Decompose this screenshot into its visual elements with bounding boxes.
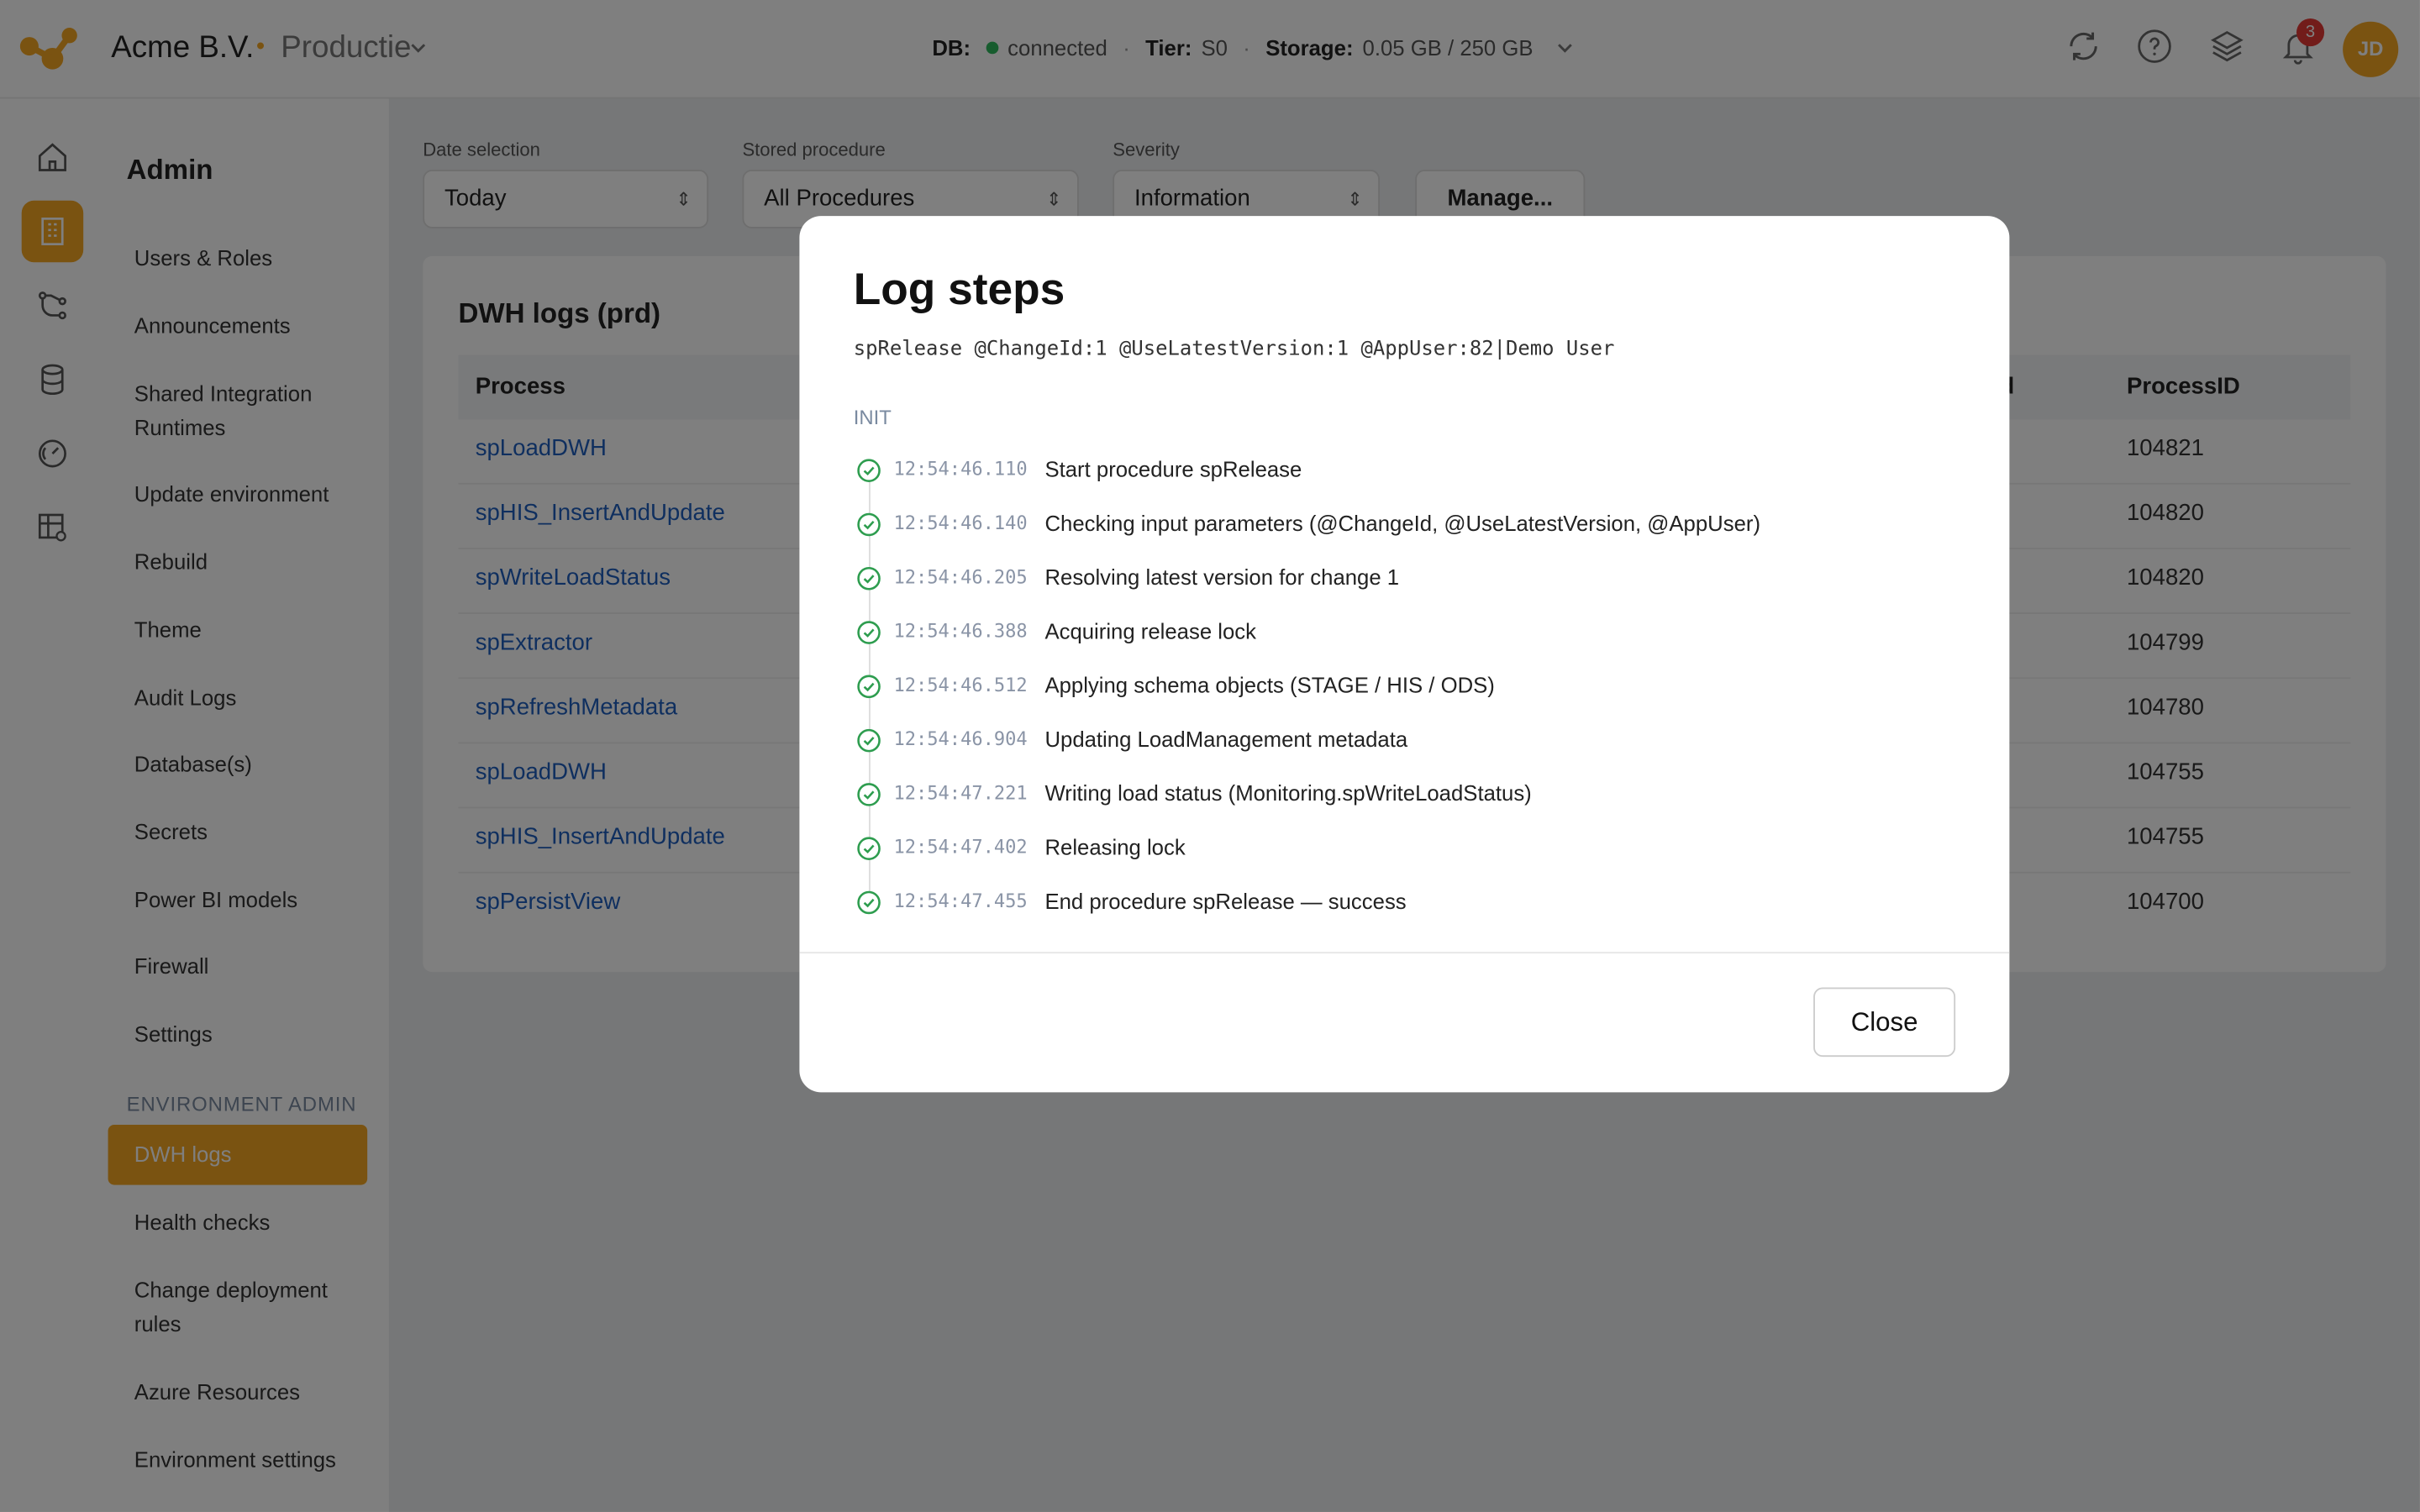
close-button[interactable]: Close (1813, 987, 1956, 1058)
check-circle-icon (857, 783, 881, 806)
log-step: 12:54:47.221 Writing load status (Monito… (856, 776, 1937, 813)
log-step: 12:54:46.904 Updating LoadManagement met… (856, 722, 1937, 759)
step-timestamp: 12:54:47.455 (893, 890, 1028, 912)
log-steps-modal: Log steps spRelease @ChangeId:1 @UseLate… (799, 216, 2010, 1093)
step-text: Applying schema objects (STAGE / HIS / O… (1044, 672, 1495, 698)
step-timestamp: 12:54:47.221 (893, 782, 1028, 804)
step-timestamp: 12:54:46.110 (893, 458, 1028, 480)
step-timestamp: 12:54:46.512 (893, 674, 1028, 696)
step-text: Releasing lock (1044, 834, 1186, 860)
step-timestamp: 12:54:47.402 (893, 836, 1028, 858)
check-circle-icon (857, 728, 881, 753)
log-step: 12:54:46.512 Applying schema objects (ST… (856, 668, 1937, 705)
check-circle-icon (857, 675, 881, 699)
log-step: 12:54:47.402 Releasing lock (856, 830, 1937, 867)
step-text: Checking input parameters (@ChangeId, @U… (1044, 510, 1761, 536)
step-text: Resolving latest version for change 1 (1044, 564, 1400, 590)
step-text: Writing load status (Monitoring.spWriteL… (1044, 780, 1532, 806)
step-timestamp: 12:54:46.904 (893, 727, 1028, 750)
log-step: 12:54:47.455 End procedure spRelease — s… (856, 884, 1937, 921)
step-section-label: INIT (853, 406, 892, 429)
step-timestamp: 12:54:46.388 (893, 620, 1028, 643)
log-step: 12:54:46.205 Resolving latest version fo… (856, 560, 1937, 597)
step-text: Start procedure spRelease (1044, 456, 1302, 482)
check-circle-icon (857, 837, 881, 860)
check-circle-icon (857, 459, 881, 482)
check-circle-icon (857, 512, 881, 537)
log-step: 12:54:46.110 Start procedure spRelease (856, 452, 1937, 489)
log-step: 12:54:46.388 Acquiring release lock (856, 614, 1937, 651)
step-text: Updating LoadManagement metadata (1044, 727, 1408, 752)
step-timestamp: 12:54:46.205 (893, 566, 1028, 588)
modal-title: Log steps (853, 265, 1065, 315)
step-timestamp: 12:54:46.140 (893, 512, 1028, 534)
step-text: End procedure spRelease — success (1044, 888, 1407, 914)
log-step: 12:54:46.140 Checking input parameters (… (856, 506, 1937, 543)
check-circle-icon (857, 890, 881, 915)
check-circle-icon (857, 566, 881, 591)
modal-command: spRelease @ChangeId:1 @UseLatestVersion:… (853, 338, 1615, 361)
modal-divider (799, 952, 2010, 954)
check-circle-icon (857, 621, 881, 644)
step-text: Acquiring release lock (1044, 618, 1257, 643)
